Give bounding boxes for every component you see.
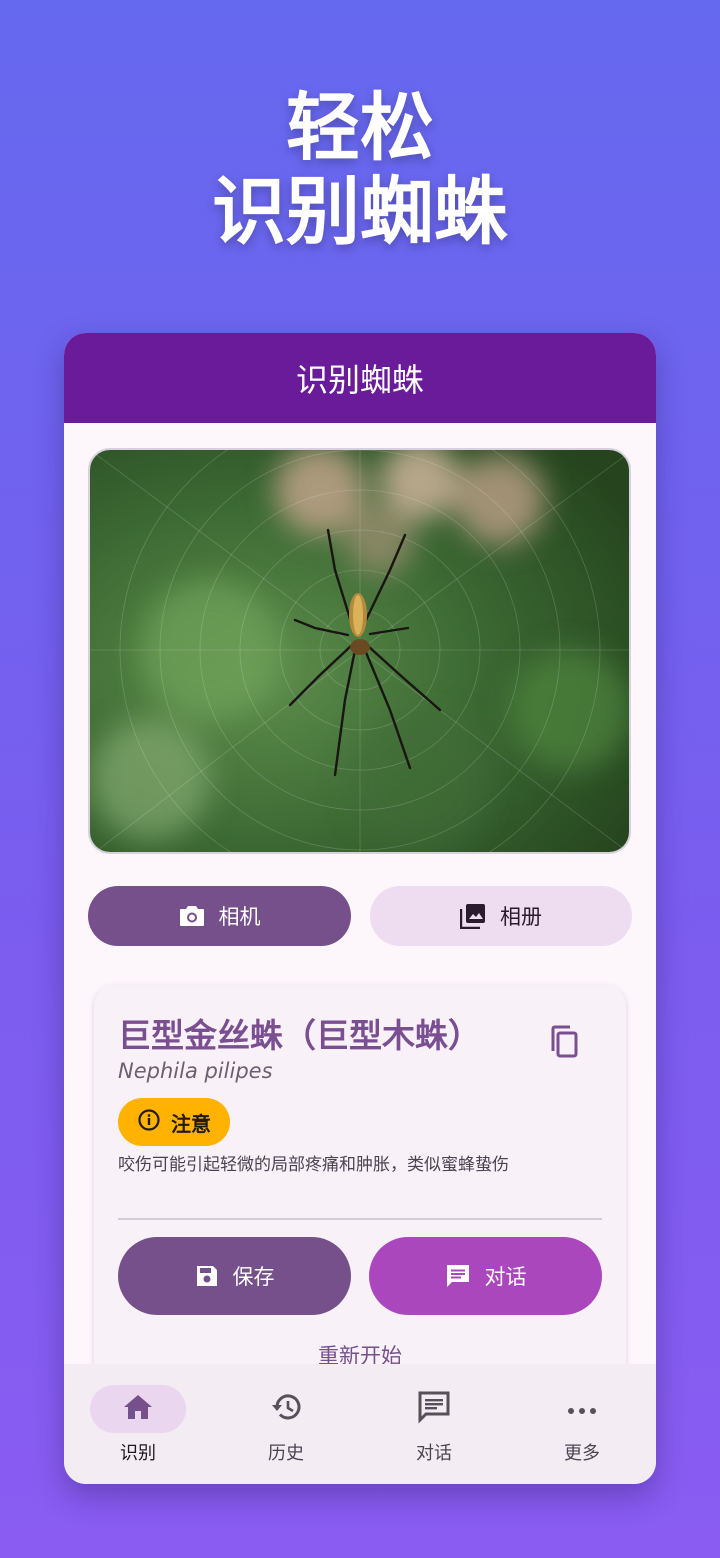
camera-button[interactable]: 相机 — [88, 886, 351, 946]
nav-item-chat[interactable]: 对话 — [360, 1364, 508, 1484]
chat-button[interactable]: 对话 — [369, 1237, 602, 1315]
app-bar-title: 识别蜘蛛 — [295, 361, 424, 399]
species-name: 巨型金丝蛛（巨型木蛛） — [118, 1016, 481, 1055]
bottom-navigation: 识别 历史 对话 更多 — [64, 1364, 656, 1484]
copy-icon — [544, 1025, 588, 1069]
copy-button[interactable] — [544, 1021, 588, 1065]
save-label: 保存 — [232, 1265, 275, 1289]
nav-label-history: 历史 — [268, 1443, 304, 1464]
nav-label-chat: 对话 — [416, 1443, 452, 1464]
nav-indicator — [534, 1385, 630, 1433]
nav-indicator — [238, 1385, 334, 1433]
app-bar: 识别蜘蛛 — [64, 333, 656, 423]
app-screen: 识别蜘蛛 相机 相册 巨型金丝蛛（巨型木蛛） Nephila pilipes 注… — [64, 333, 656, 1484]
nav-label-more: 更多 — [564, 1443, 600, 1464]
chat-label: 对话 — [484, 1265, 527, 1289]
nav-label-identify: 识别 — [120, 1443, 156, 1464]
info-icon — [137, 1108, 161, 1137]
camera-label: 相机 — [218, 905, 261, 929]
bite-description: 咬伤可能引起轻微的局部疼痛和肿胀，类似蜜蜂蛰伤 — [118, 1155, 509, 1175]
nav-indicator — [90, 1385, 186, 1433]
caution-label: 注意 — [171, 1111, 211, 1136]
spider-photo — [88, 448, 631, 854]
nav-item-history[interactable]: 历史 — [212, 1364, 360, 1484]
image-source-buttons: 相机 相册 — [88, 886, 632, 946]
album-button[interactable]: 相册 — [370, 886, 632, 946]
nav-item-identify[interactable]: 识别 — [64, 1364, 212, 1484]
nav-item-more[interactable]: 更多 — [508, 1364, 656, 1484]
history-icon — [269, 1391, 303, 1428]
promo-line-1: 轻松 — [286, 85, 434, 171]
chat-icon — [445, 1263, 471, 1289]
chat-icon — [417, 1390, 451, 1429]
divider — [118, 1218, 602, 1220]
camera-icon — [179, 905, 205, 927]
caution-badge: 注意 — [118, 1098, 230, 1146]
promo-headline: 轻松 识别蜘蛛 — [0, 86, 720, 254]
save-button[interactable]: 保存 — [118, 1237, 351, 1315]
species-latin-name: Nephila pilipes — [118, 1059, 273, 1083]
home-icon — [122, 1393, 154, 1426]
more-icon — [567, 1399, 597, 1420]
result-card: 巨型金丝蛛（巨型木蛛） Nephila pilipes 注意 咬伤可能引起轻微的… — [94, 985, 626, 1405]
album-label: 相册 — [500, 905, 542, 929]
gallery-icon — [460, 903, 486, 929]
nav-indicator — [386, 1385, 482, 1433]
promo-line-2: 识别蜘蛛 — [212, 169, 508, 255]
save-icon — [195, 1264, 219, 1288]
